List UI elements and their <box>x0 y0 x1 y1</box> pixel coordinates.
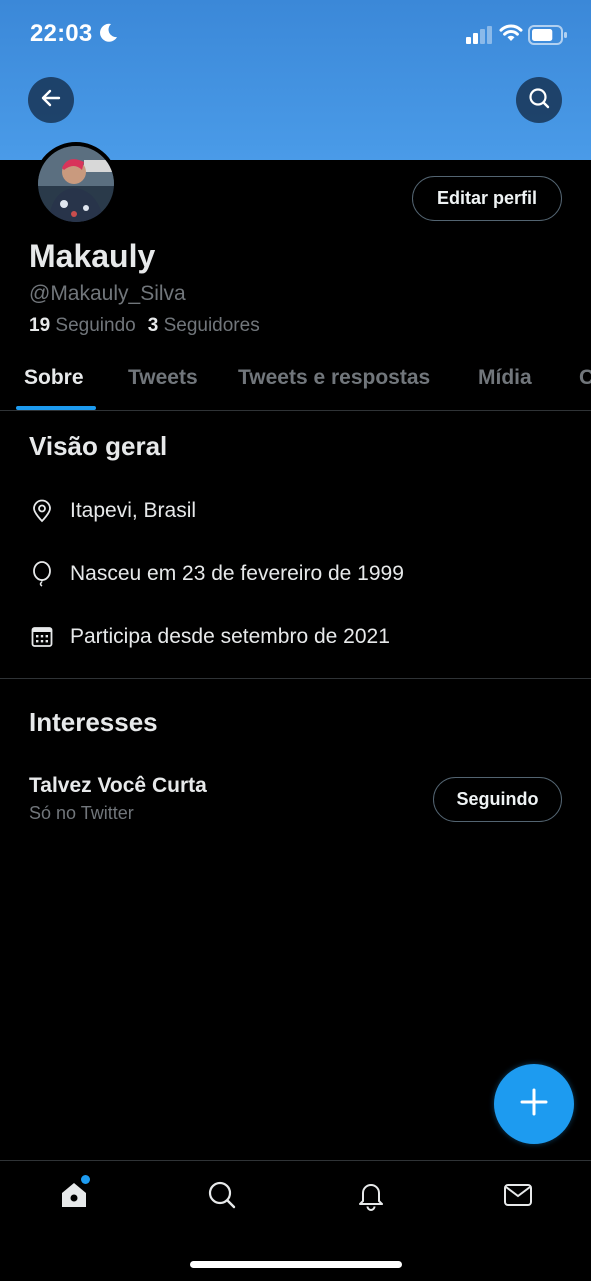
mail-icon <box>502 1179 534 1216</box>
wifi-icon <box>499 23 523 48</box>
nav-search[interactable] <box>204 1179 240 1215</box>
active-tab-indicator <box>16 406 96 410</box>
location-pin-icon <box>29 498 55 524</box>
edit-profile-button[interactable]: Editar perfil <box>412 176 562 221</box>
home-indicator <box>190 1261 402 1268</box>
battery-icon <box>528 25 568 50</box>
tab-sobre[interactable]: Sobre <box>24 366 84 390</box>
calendar-icon <box>29 624 55 650</box>
joined-row: Participa desde setembro de 2021 <box>29 622 390 652</box>
status-bar: 22:03 <box>0 0 591 70</box>
followers-link[interactable]: 3 Seguidores <box>148 315 260 336</box>
section-divider <box>0 678 591 679</box>
arrow-left-icon <box>39 86 63 115</box>
following-button[interactable]: Seguindo <box>433 777 562 822</box>
notification-dot <box>81 1175 90 1184</box>
joined-text: Participa desde setembro de 2021 <box>70 625 390 648</box>
follow-stats: 19 Seguindo 3 Seguidores <box>29 315 260 337</box>
compose-tweet-button[interactable] <box>494 1064 574 1144</box>
nav-messages[interactable] <box>500 1179 536 1215</box>
profile-name: Makauly <box>29 238 156 274</box>
plus-icon <box>519 1087 549 1122</box>
tab-curtidas[interactable]: C <box>579 366 591 390</box>
followers-count: 3 <box>147 315 159 336</box>
nav-notifications[interactable] <box>353 1179 389 1215</box>
avatar[interactable] <box>34 142 118 226</box>
home-icon <box>58 1179 90 1216</box>
location-row: Itapevi, Brasil <box>29 496 196 526</box>
interest-subtitle: Só no Twitter <box>29 803 134 823</box>
search-button[interactable] <box>516 77 562 123</box>
tab-midia[interactable]: Mídia <box>478 366 532 390</box>
tab-tweets[interactable]: Tweets <box>128 366 198 390</box>
tab-tweets-e-respostas[interactable]: Tweets e respostas <box>238 366 430 390</box>
moon-icon <box>98 22 118 49</box>
cellular-signal-icon <box>466 26 493 49</box>
following-count: 19 <box>29 315 51 336</box>
birthday-row: Nasceu em 23 de fevereiro de 1999 <box>29 559 404 589</box>
bell-icon <box>355 1179 387 1216</box>
following-link[interactable]: 19 Seguindo <box>29 315 136 336</box>
search-icon <box>527 86 551 115</box>
birthday-text: Nasceu em 23 de fevereiro de 1999 <box>70 562 404 585</box>
balloon-icon <box>29 561 55 587</box>
interest-name[interactable]: Talvez Você Curta <box>29 774 207 798</box>
profile-tabs: Sobre Tweets Tweets e respostas Mídia C <box>0 350 591 411</box>
interests-title: Interesses <box>29 707 158 737</box>
nav-home[interactable] <box>56 1179 92 1215</box>
following-label: Seguindo <box>55 315 136 336</box>
status-time: 22:03 <box>30 20 93 47</box>
overview-title: Visão geral <box>29 431 168 461</box>
back-button[interactable] <box>28 77 74 123</box>
followers-label: Seguidores <box>163 315 260 336</box>
profile-handle: @Makauly_Silva <box>29 282 186 305</box>
search-icon <box>206 1179 238 1216</box>
location-text: Itapevi, Brasil <box>70 499 197 522</box>
